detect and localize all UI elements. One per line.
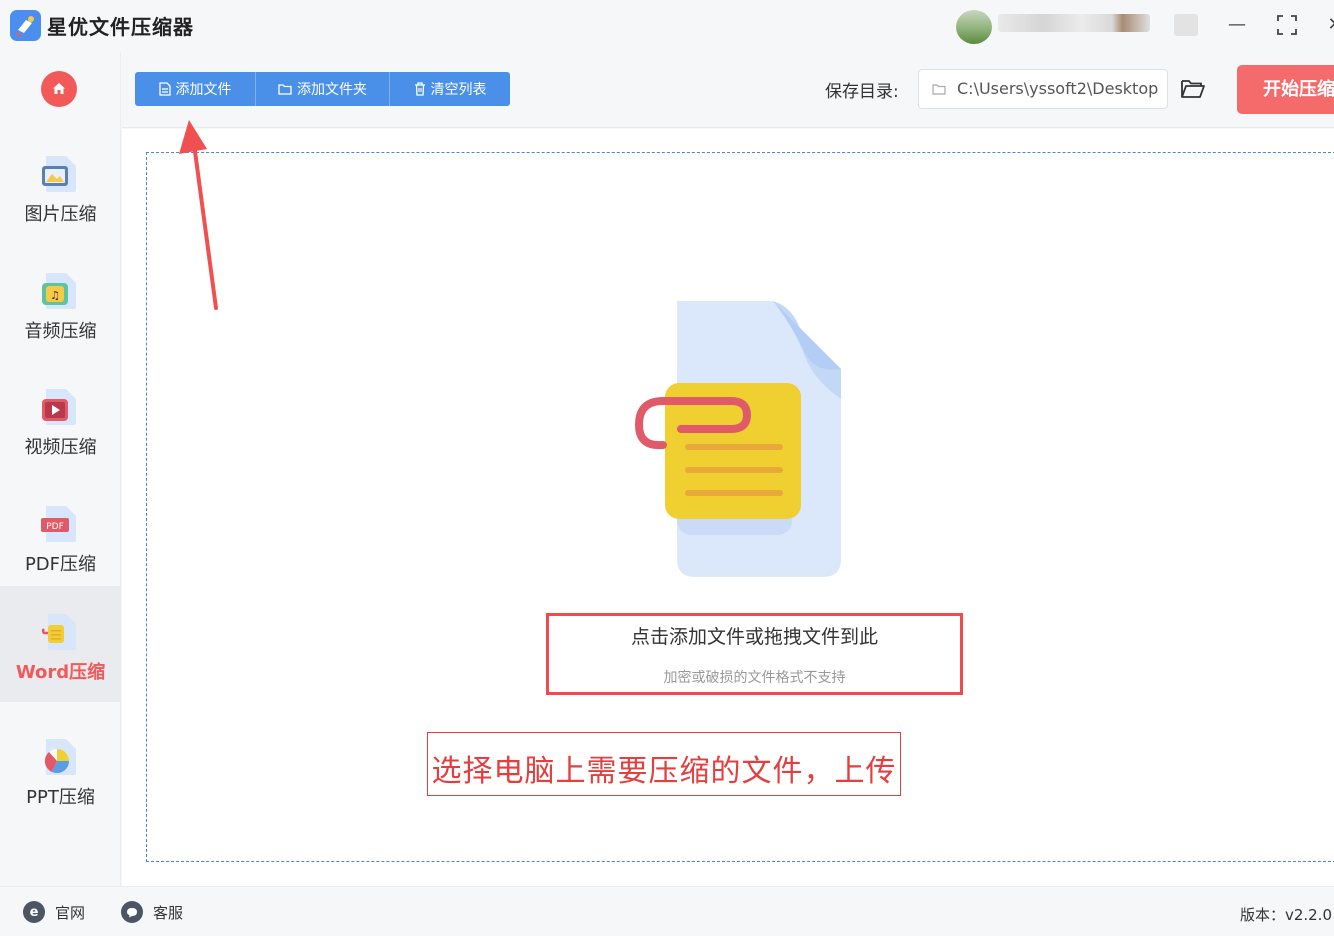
chat-bubble-icon xyxy=(121,901,143,923)
sidebar-item-label: 图片压缩 xyxy=(24,204,97,225)
drop-zone-title: 点击添加文件或拖拽文件到此 xyxy=(630,626,878,648)
svg-text:PDF: PDF xyxy=(46,522,64,532)
video-file-icon xyxy=(42,389,76,425)
audio-file-icon: ♫ xyxy=(42,273,76,309)
add-file-button[interactable]: 添加文件 xyxy=(135,72,256,106)
save-dir-field[interactable]: C:\Users\yssoft2\Desktop xyxy=(918,69,1168,109)
annotation-arrow-icon xyxy=(179,120,218,310)
add-folder-button[interactable]: 添加文件夹 xyxy=(256,72,390,106)
drop-hint-highlight: 点击添加文件或拖拽文件到此 加密或破损的文件格式不支持 xyxy=(546,613,963,695)
website-link[interactable]: e 官网 xyxy=(23,901,85,923)
minimize-button[interactable]: — xyxy=(1224,12,1250,38)
support-link[interactable]: 客服 xyxy=(121,901,183,923)
file-drop-zone[interactable]: 点击添加文件或拖拽文件到此 加密或破损的文件格式不支持 选择电脑上需要压缩的文件… xyxy=(146,152,1334,862)
save-dir-label: 保存目录: xyxy=(825,82,899,102)
app-window: 星优文件压缩器 — ✕ 图片压缩 xyxy=(0,0,1334,936)
home-button[interactable] xyxy=(41,71,77,107)
sidebar: 图片压缩 ♫ 音频压缩 视频压缩 PDF PDF压缩 Word压缩 PPT压缩 xyxy=(0,52,121,886)
svg-text:♫: ♫ xyxy=(50,289,60,302)
website-label: 官网 xyxy=(55,903,86,922)
website-icon: e xyxy=(23,901,45,923)
user-name-redacted[interactable] xyxy=(998,14,1150,32)
close-button[interactable]: ✕ xyxy=(1322,12,1334,38)
sidebar-item-ppt[interactable]: PPT压缩 xyxy=(0,711,121,827)
sidebar-item-label: Word压缩 xyxy=(15,662,106,683)
file-icon xyxy=(158,82,171,96)
drop-zone-subtitle: 加密或破损的文件格式不支持 xyxy=(663,670,846,686)
annotation-text: 选择电脑上需要压缩的文件，上传 xyxy=(431,754,897,789)
sidebar-item-label: PPT压缩 xyxy=(26,787,95,808)
toolbar: 添加文件 添加文件夹 清空列表 保存目录: C:\Users\yssoft2\D… xyxy=(122,52,1334,128)
clear-list-button[interactable]: 清空列表 xyxy=(390,72,510,106)
save-dir-value: C:\Users\yssoft2\Desktop xyxy=(957,79,1159,98)
sidebar-item-audio[interactable]: ♫ 音频压缩 xyxy=(0,245,121,361)
open-folder-icon[interactable] xyxy=(1180,78,1206,100)
ppt-file-icon xyxy=(44,739,76,775)
version-text: 版本：v2.2.0 xyxy=(1239,906,1332,924)
sidebar-item-pdf[interactable]: PDF PDF压缩 xyxy=(0,478,121,594)
status-bar: e 官网 客服 版本：v2.2.0 xyxy=(0,886,1334,936)
user-avatar[interactable] xyxy=(956,10,992,44)
sidebar-item-label: 视频压缩 xyxy=(24,437,97,458)
add-folder-label: 添加文件夹 xyxy=(297,82,367,98)
folder-icon xyxy=(932,84,946,95)
file-action-buttons: 添加文件 添加文件夹 清空列表 xyxy=(135,72,510,106)
image-file-icon xyxy=(42,156,76,192)
support-label: 客服 xyxy=(153,903,184,922)
sidebar-item-label: PDF压缩 xyxy=(24,554,97,575)
sidebar-item-video[interactable]: 视频压缩 xyxy=(0,361,121,477)
sidebar-item-image[interactable]: 图片压缩 xyxy=(0,128,121,244)
main-content: 点击添加文件或拖拽文件到此 加密或破损的文件格式不支持 选择电脑上需要压缩的文件… xyxy=(122,129,1334,886)
pdf-file-icon: PDF xyxy=(41,506,76,542)
sidebar-item-word[interactable]: Word压缩 xyxy=(0,586,121,702)
document-upload-illustration xyxy=(634,301,841,577)
app-title: 星优文件压缩器 xyxy=(47,15,194,39)
word-file-icon xyxy=(41,614,76,650)
folder-icon xyxy=(278,84,292,95)
clear-list-label: 清空列表 xyxy=(430,82,487,98)
home-icon xyxy=(53,83,65,94)
sidebar-item-label: 音频压缩 xyxy=(24,321,97,342)
annotation-callout: 选择电脑上需要压缩的文件，上传 xyxy=(427,732,901,796)
title-bar: 星优文件压缩器 — ✕ xyxy=(0,0,1334,52)
app-logo-icon xyxy=(10,10,41,41)
add-file-label: 添加文件 xyxy=(175,82,232,98)
maximize-button[interactable] xyxy=(1274,12,1300,38)
start-compress-button[interactable]: 开始压缩 xyxy=(1237,65,1334,114)
maximize-icon xyxy=(1277,15,1297,35)
menu-icon[interactable] xyxy=(1174,14,1198,36)
trash-icon xyxy=(414,82,425,96)
